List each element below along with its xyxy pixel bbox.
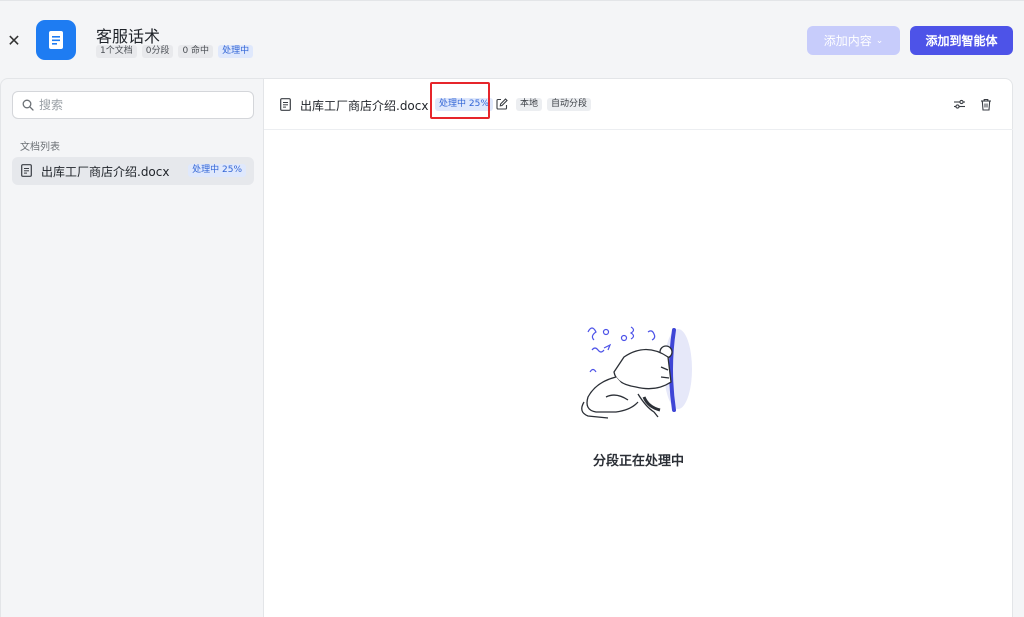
add-content-label: 添加内容: [823, 34, 872, 48]
settings-icon[interactable]: [953, 98, 966, 110]
processing-illustration: [581, 326, 692, 419]
document-icon: [280, 98, 291, 111]
segment-mode-tag: 自动分段: [547, 98, 592, 111]
document-detail-panel: 出库工厂商店介绍.docx 处理中 25% 本地 自动分段 分段正在处理中: [264, 78, 1013, 617]
document-name: 出库工厂商店介绍.docx: [300, 99, 429, 113]
doc-list-item[interactable]: 出库工厂商店介绍.docx 处理中 25%: [12, 157, 254, 185]
highlight-box: [430, 82, 490, 119]
trash-icon[interactable]: [980, 98, 992, 111]
add-to-agent-button[interactable]: 添加到智能体: [910, 26, 1013, 55]
sidebar: 文档列表 出库工厂商店介绍.docx 处理中 25%: [0, 78, 264, 617]
search-icon: [22, 99, 34, 111]
top-bar: ✕ 客服话术 1个文档 0分段 0 命中 处理中 添加内容 ⌄ 添加到智能体: [0, 0, 1024, 78]
empty-state-message: 分段正在处理中: [592, 454, 684, 469]
stats-tags: 1个文档 0分段 0 命中 处理中: [96, 45, 254, 58]
search-input[interactable]: [39, 96, 239, 114]
doc-list-item-name: 出库工厂商店介绍.docx: [41, 165, 170, 179]
edit-icon[interactable]: [496, 98, 508, 110]
hit-count-tag: 0 命中: [178, 45, 214, 58]
doc-count-tag: 1个文档: [96, 45, 137, 58]
page-title: 客服话术: [96, 27, 161, 46]
source-tag: 本地: [516, 98, 543, 111]
knowledge-doc-icon: [36, 20, 76, 60]
document-icon: [21, 164, 32, 177]
document-header: 出库工厂商店介绍.docx 处理中 25% 本地 自动分段: [264, 79, 1013, 130]
processing-status-tag: 处理中: [218, 45, 254, 58]
search-box[interactable]: [12, 91, 254, 119]
doc-list-title: 文档列表: [20, 142, 60, 153]
add-content-button[interactable]: 添加内容 ⌄: [807, 26, 900, 55]
doc-list-item-status: 处理中 25%: [188, 164, 246, 177]
segment-count-tag: 0分段: [141, 45, 174, 58]
close-icon[interactable]: ✕: [4, 31, 24, 51]
chevron-down-icon: ⌄: [875, 35, 884, 46]
